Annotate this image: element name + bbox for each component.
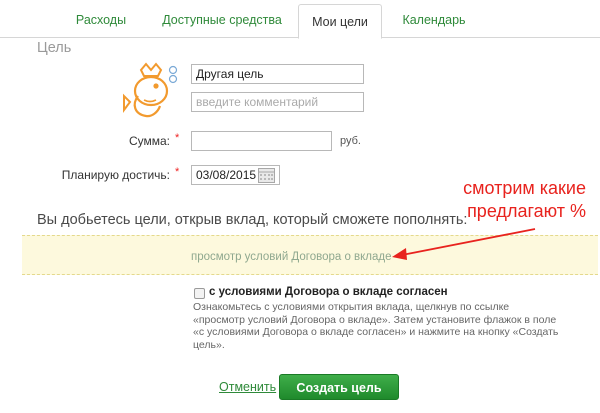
agreement-hint-line: «с условиями Договора о вкладе согласен»…: [193, 326, 559, 338]
goal-comment-input[interactable]: введите комментарий: [191, 92, 364, 112]
tab-bar: Расходы Доступные средства Мои цели Кале…: [0, 0, 600, 39]
cancel-link[interactable]: Отменить: [219, 380, 276, 394]
agreement-hint-line: цель».: [193, 338, 225, 351]
date-required-mark: *: [175, 166, 180, 178]
annotation-line-1: смотрим какие: [463, 178, 586, 198]
change-icon-arrows[interactable]: [165, 65, 181, 99]
annotation-arrow-icon: [392, 228, 536, 260]
currency-unit: руб.: [340, 135, 361, 147]
tab-calendar[interactable]: Календарь: [392, 0, 476, 38]
date-label: Планирую достичь:: [61, 168, 170, 182]
tab-my-goals[interactable]: Мои цели: [298, 4, 382, 39]
agreement-checkbox[interactable]: [194, 288, 205, 299]
tab-expenses[interactable]: Расходы: [53, 0, 149, 38]
annotation-line-2: предлагают %: [467, 201, 586, 221]
tab-available-funds[interactable]: Доступные средства: [156, 0, 288, 38]
amount-label: Сумма:: [128, 134, 170, 148]
section-title: Цель: [37, 40, 72, 56]
agreement-hint-line: «просмотр условий Договора о вкладе». За…: [193, 313, 557, 326]
calendar-icon[interactable]: [258, 168, 275, 183]
amount-input[interactable]: [191, 131, 332, 151]
goal-name-input[interactable]: Другая цель: [191, 64, 364, 84]
amount-required-mark: *: [175, 132, 180, 144]
agreement-checkbox-label[interactable]: с условиями Договора о вкладе согласен: [209, 286, 448, 298]
agreement-hint-line: Ознакомьтесь с условиями открытия вклада…: [193, 301, 510, 313]
create-goal-button[interactable]: Создать цель: [279, 374, 399, 400]
deposit-terms-link[interactable]: просмотр условий Договора о вкладе: [191, 251, 392, 263]
